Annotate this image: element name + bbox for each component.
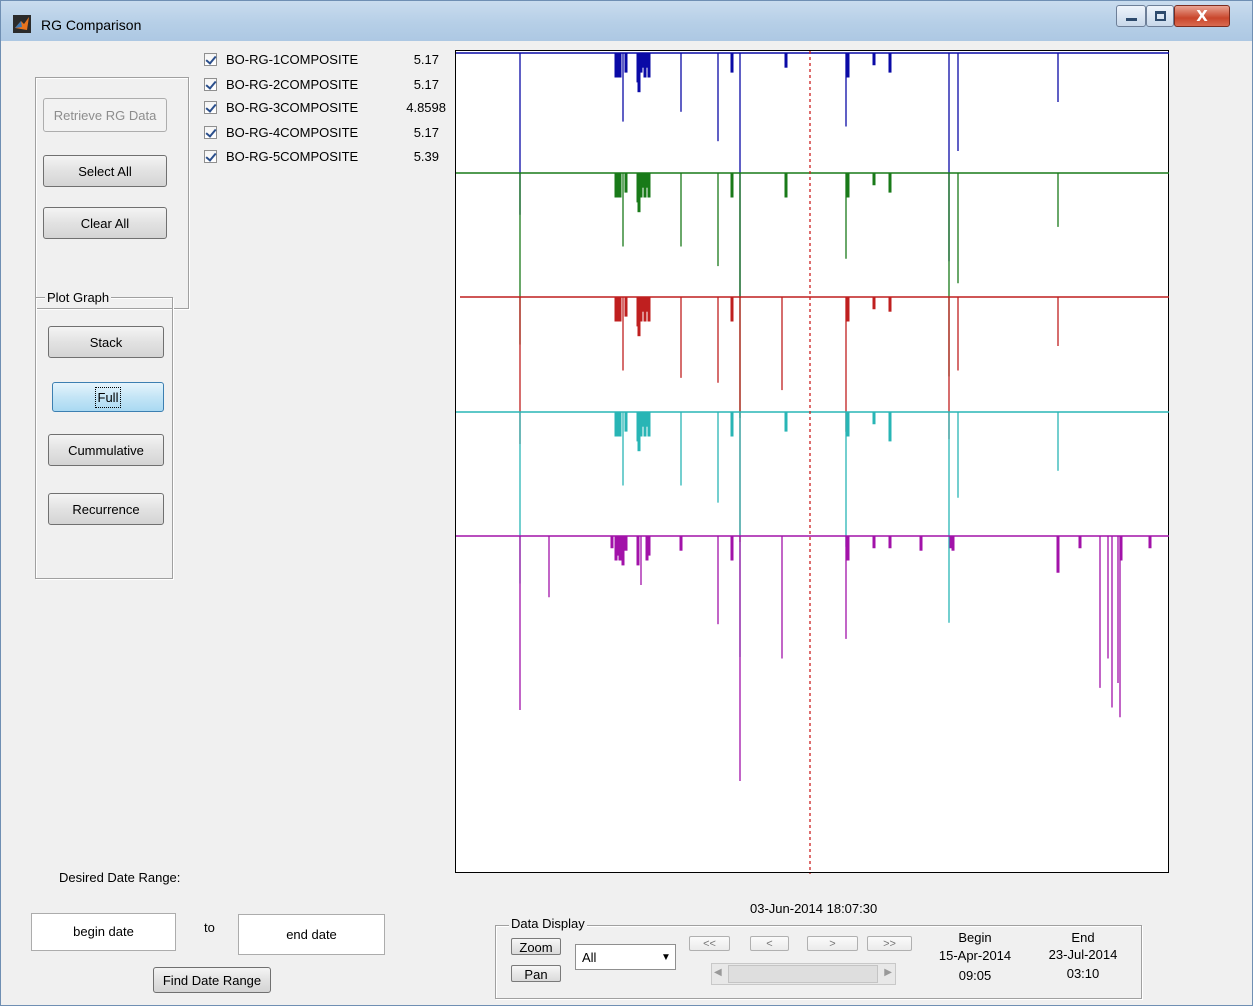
- title-bar[interactable]: RG Comparison X: [1, 1, 1252, 41]
- rain-gauge-chart: [456, 51, 1169, 874]
- select-all-button[interactable]: Select All: [43, 155, 167, 187]
- time-scrollbar[interactable]: ◀ ▶: [711, 963, 896, 985]
- maximize-button[interactable]: [1146, 5, 1174, 27]
- end-date: 23-Jul-2014: [1048, 947, 1118, 962]
- to-label: to: [204, 920, 215, 935]
- end-label: End: [1071, 930, 1095, 945]
- gauge-checkbox[interactable]: [204, 101, 217, 114]
- gauge-label: BO-RG-2COMPOSITE: [226, 77, 359, 92]
- last-page-button[interactable]: >>: [867, 936, 912, 951]
- scroll-thumb[interactable]: [728, 965, 878, 983]
- maximize-icon: [1155, 11, 1166, 21]
- minimize-icon: [1126, 18, 1137, 21]
- gauge-value: 5.17: [413, 77, 439, 92]
- cursor-timestamp: 03-Jun-2014 18:07:30: [750, 901, 878, 916]
- gauge-row-5[interactable]: BO-RG-5COMPOSITE 5.39: [204, 147, 444, 167]
- full-button[interactable]: Full: [52, 382, 164, 412]
- gauge-checkbox[interactable]: [204, 126, 217, 139]
- gauge-checkbox[interactable]: [204, 78, 217, 91]
- minimize-button[interactable]: [1116, 5, 1146, 27]
- display-select-value: All: [582, 950, 597, 965]
- gauge-label: BO-RG-5COMPOSITE: [226, 149, 359, 164]
- scroll-right-icon[interactable]: ▶: [884, 967, 892, 978]
- plot-graph-label: Plot Graph: [45, 290, 112, 305]
- gauge-checkbox[interactable]: [204, 150, 217, 163]
- gauge-value: 5.17: [413, 52, 439, 67]
- gauge-value: 5.17: [413, 125, 439, 140]
- gauge-label: BO-RG-3COMPOSITE: [226, 100, 359, 115]
- begin-label: Begin: [958, 930, 992, 945]
- gauge-row-2[interactable]: BO-RG-2COMPOSITE 5.17: [204, 75, 444, 95]
- gauge-checkbox[interactable]: [204, 53, 217, 66]
- close-icon: X: [1196, 7, 1208, 25]
- scroll-left-icon[interactable]: ◀: [714, 967, 722, 978]
- matlab-icon: [13, 15, 31, 33]
- find-date-range-button[interactable]: Find Date Range: [153, 967, 271, 993]
- first-page-button[interactable]: <<: [689, 936, 730, 951]
- end-date-field[interactable]: end date: [238, 914, 385, 955]
- begin-date-field[interactable]: begin date: [31, 913, 176, 951]
- chevron-down-icon: ▼: [661, 952, 671, 963]
- prev-page-button[interactable]: <: [750, 936, 789, 951]
- close-button[interactable]: X: [1174, 5, 1230, 27]
- retrieve-rg-data-button[interactable]: Retrieve RG Data: [43, 98, 167, 132]
- gauge-label: BO-RG-4COMPOSITE: [226, 125, 359, 140]
- gauge-row-4[interactable]: BO-RG-4COMPOSITE 5.17: [204, 123, 444, 143]
- gauge-row-1[interactable]: BO-RG-1COMPOSITE 5.17: [204, 50, 444, 70]
- recurrence-button[interactable]: Recurrence: [48, 493, 164, 525]
- window-title: RG Comparison: [41, 17, 142, 33]
- stack-button[interactable]: Stack: [48, 326, 164, 358]
- zoom-button[interactable]: Zoom: [511, 938, 561, 955]
- full-button-label: Full: [94, 386, 122, 408]
- rain-gauge-plot[interactable]: [455, 50, 1169, 874]
- pan-button[interactable]: Pan: [511, 965, 561, 982]
- gauge-label: BO-RG-1COMPOSITE: [226, 52, 359, 67]
- cummulative-button[interactable]: Cummulative: [48, 434, 164, 466]
- clear-all-button[interactable]: Clear All: [43, 207, 167, 239]
- gauge-row-3[interactable]: BO-RG-3COMPOSITE 4.8598: [204, 98, 446, 118]
- app-window: RG Comparison X Retrieve RG Data Select …: [0, 0, 1253, 1006]
- date-range-label: Desired Date Range:: [59, 870, 181, 885]
- figure-content: Retrieve RG Data Select All Clear All Pl…: [9, 41, 1246, 999]
- display-select[interactable]: All ▼: [575, 944, 676, 970]
- end-time: 03:10: [1066, 966, 1100, 981]
- begin-date: 15-Apr-2014: [938, 948, 1012, 963]
- next-page-button[interactable]: >: [807, 936, 858, 951]
- data-display-label: Data Display: [509, 916, 587, 931]
- gauge-value: 5.39: [413, 149, 439, 164]
- gauge-value: 4.8598: [406, 100, 446, 115]
- begin-time: 09:05: [958, 968, 992, 983]
